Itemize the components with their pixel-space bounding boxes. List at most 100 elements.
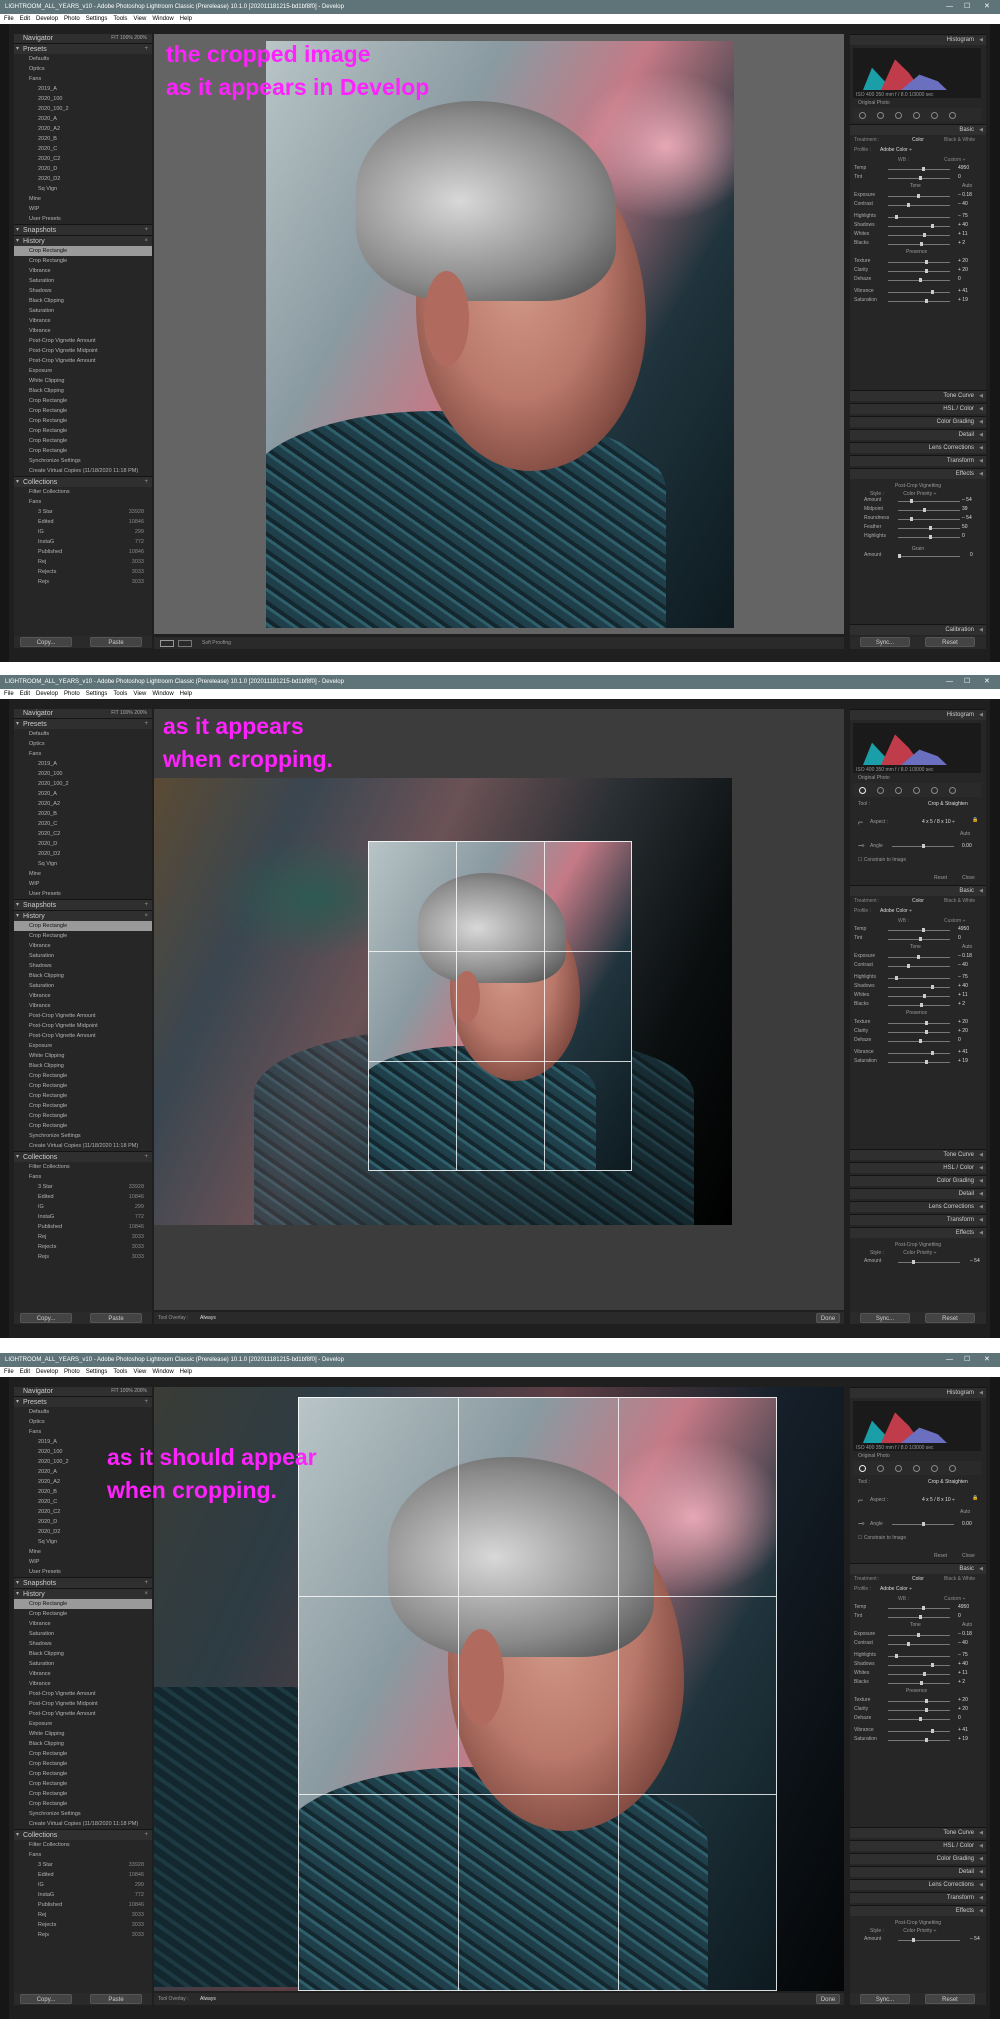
menu-settings[interactable]: Settings: [86, 691, 108, 697]
panel-header-hsl-color[interactable]: HSL / Color: [850, 1162, 986, 1174]
slider-thumb[interactable]: [922, 1672, 926, 1676]
collection-item[interactable]: Rej 3033: [14, 557, 152, 567]
panel-header-hsl-color[interactable]: HSL / Color: [850, 1840, 986, 1852]
history-item[interactable]: Saturation: [14, 1659, 152, 1669]
preset-item[interactable]: Fans: [14, 749, 152, 759]
panel-header-transform[interactable]: Transform: [850, 455, 986, 467]
aspect-select[interactable]: 4 x 5 / 8 x 10 ÷: [922, 819, 955, 825]
slider-thumb[interactable]: [917, 955, 921, 959]
slider-thumb[interactable]: [919, 1039, 922, 1043]
collection-item[interactable]: IG 299: [14, 527, 152, 537]
minimize-icon[interactable]: —: [946, 1353, 953, 1367]
slider-thumb[interactable]: [906, 203, 910, 207]
preset-item[interactable]: 2020_C2: [14, 154, 152, 164]
panel-header-lens-corrections[interactable]: Lens Corrections: [850, 1879, 986, 1891]
history-item[interactable]: White Clipping: [14, 1729, 152, 1739]
menu-edit[interactable]: Edit: [20, 1369, 30, 1375]
slider-thumb[interactable]: [929, 526, 932, 530]
menu-edit[interactable]: Edit: [20, 16, 30, 22]
slider-highlights[interactable]: Highlights – 75: [854, 974, 984, 982]
history-item[interactable]: Vibrance: [14, 316, 152, 326]
slider-thumb[interactable]: [919, 1003, 923, 1007]
slider-clarity[interactable]: Clarity + 20: [854, 267, 984, 275]
panel-header-lens-corrections[interactable]: Lens Corrections: [850, 1201, 986, 1213]
slider-highlights[interactable]: Highlights – 75: [854, 1652, 984, 1660]
preset-item[interactable]: Defaults: [14, 54, 152, 64]
crop-reset-button[interactable]: Reset: [934, 1553, 947, 1559]
panel-header-hsl-color[interactable]: HSL / Color: [850, 403, 986, 415]
panel-header-effects[interactable]: Effects: [850, 1227, 986, 1239]
slider-thumb[interactable]: [919, 176, 922, 180]
red-eye-icon[interactable]: [895, 787, 902, 794]
slider-exposure[interactable]: Exposure – 0.18: [854, 1631, 984, 1639]
collection-item[interactable]: Fans: [14, 1172, 152, 1182]
radial-filter-icon[interactable]: [931, 787, 938, 794]
preset-item[interactable]: 2020_100_2: [14, 104, 152, 114]
add-preset-icon[interactable]: +: [144, 719, 148, 730]
history-item[interactable]: Shadows: [14, 1639, 152, 1649]
crop-tool-icon[interactable]: [859, 787, 866, 794]
history-header[interactable]: History×: [14, 910, 152, 922]
profile-select[interactable]: Adobe Color ÷: [880, 906, 912, 916]
slider-texture[interactable]: Texture + 20: [854, 1697, 984, 1705]
profile-select[interactable]: Adobe Color ÷: [880, 1584, 912, 1594]
history-item[interactable]: Crop Rectangle: [14, 1101, 152, 1111]
tone-auto-button[interactable]: Auto: [962, 944, 972, 950]
original-photo-toggle[interactable]: Original Photo: [858, 1453, 890, 1459]
collections-header[interactable]: Collections+: [14, 1151, 152, 1163]
graduated-filter-icon[interactable]: [913, 1465, 920, 1472]
grain-amount-slider[interactable]: Amount 0: [864, 552, 986, 560]
histogram-header[interactable]: Histogram: [850, 34, 986, 46]
preset-item[interactable]: Mine: [14, 1547, 152, 1557]
red-eye-icon[interactable]: [895, 1465, 902, 1472]
before-after-icon[interactable]: [178, 640, 192, 647]
presets-header[interactable]: Presets+: [14, 43, 152, 55]
history-item[interactable]: Black Clipping: [14, 386, 152, 396]
spot-removal-icon[interactable]: [877, 1465, 884, 1472]
history-item[interactable]: Exposure: [14, 1041, 152, 1051]
slider-blacks[interactable]: Blacks + 2: [854, 240, 984, 248]
collection-item[interactable]: Filter Collections: [14, 1162, 152, 1172]
panel-header-tone-curve[interactable]: Tone Curve: [850, 1827, 986, 1839]
crop-reset-button[interactable]: Reset: [934, 875, 947, 881]
maximize-icon[interactable]: ☐: [964, 1353, 970, 1367]
menu-photo[interactable]: Photo: [64, 16, 80, 22]
history-item[interactable]: Crop Rectangle: [14, 921, 152, 931]
lock-icon[interactable]: 🔒: [972, 1495, 978, 1501]
slider-shadows[interactable]: Shadows + 40: [854, 222, 984, 230]
panel-header-tone-curve[interactable]: Tone Curve: [850, 1149, 986, 1161]
history-item[interactable]: Vibrance: [14, 1669, 152, 1679]
slider-dehaze[interactable]: Dehaze 0: [854, 276, 984, 284]
slider-thumb[interactable]: [929, 535, 932, 539]
slider-thumb[interactable]: [919, 242, 923, 246]
spot-removal-icon[interactable]: [877, 787, 884, 794]
preset-item[interactable]: Mine: [14, 194, 152, 204]
history-item[interactable]: Black Clipping: [14, 971, 152, 981]
slider-temp[interactable]: Temp 4950: [854, 165, 984, 173]
preset-item[interactable]: User Presets: [14, 1567, 152, 1577]
menu-edit[interactable]: Edit: [20, 691, 30, 697]
loupe-view-icon[interactable]: [160, 640, 174, 647]
history-item[interactable]: White Clipping: [14, 376, 152, 386]
history-item[interactable]: Create Virtual Copies (11/18/2020 11:18 …: [14, 1141, 152, 1151]
slider-whites[interactable]: Whites + 11: [854, 231, 984, 239]
preset-item[interactable]: 2020_B: [14, 809, 152, 819]
crop-frame-icon[interactable]: ⌐: [858, 817, 863, 827]
radial-filter-icon[interactable]: [931, 1465, 938, 1472]
history-header[interactable]: History×: [14, 1588, 152, 1600]
bw-tab[interactable]: Black & White: [944, 896, 975, 906]
panel-header-effects[interactable]: Effects: [850, 1905, 986, 1917]
radial-filter-icon[interactable]: [931, 112, 938, 119]
history-item[interactable]: Crop Rectangle: [14, 1071, 152, 1081]
history-item[interactable]: Saturation: [14, 276, 152, 286]
panel-header-detail[interactable]: Detail: [850, 1866, 986, 1878]
angle-slider[interactable]: [922, 844, 925, 848]
preset-item[interactable]: 2020_B: [14, 134, 152, 144]
menu-help[interactable]: Help: [180, 1369, 192, 1375]
slider-vibrance[interactable]: Vibrance + 41: [854, 1727, 984, 1735]
preset-item[interactable]: Sq Vign: [14, 184, 152, 194]
history-header[interactable]: History×: [14, 235, 152, 247]
history-item[interactable]: Saturation: [14, 981, 152, 991]
bw-tab[interactable]: Black & White: [944, 135, 975, 145]
preset-item[interactable]: 2020_A2: [14, 799, 152, 809]
